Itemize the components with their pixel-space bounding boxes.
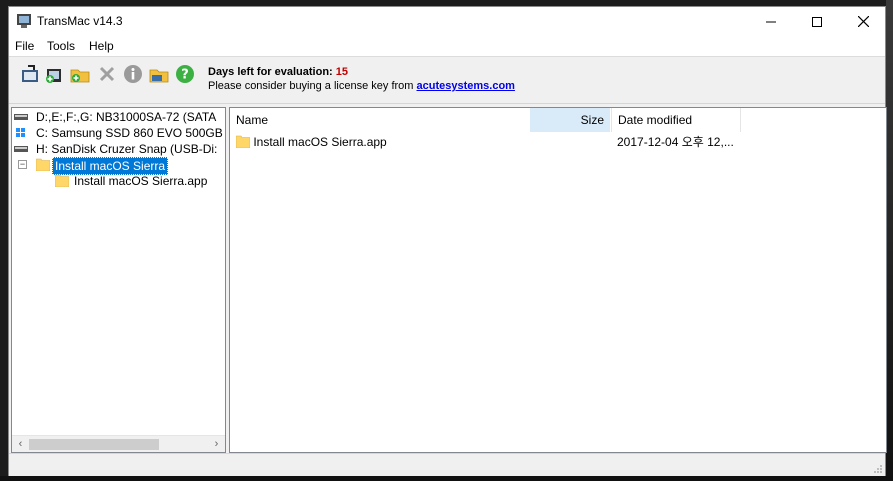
license-link[interactable]: acutesystems.com <box>417 80 515 92</box>
menu-help[interactable]: Help <box>89 39 114 53</box>
transmac-window: TransMac v14.3 File Tools Help ? Days le… <box>8 6 887 476</box>
list-item-name: Install macOS Sierra.app <box>253 135 387 149</box>
app-icon <box>17 14 31 28</box>
menu-file[interactable]: File <box>15 39 34 53</box>
folder-icon <box>35 157 51 175</box>
new-disk-image-icon <box>46 69 61 83</box>
close-button[interactable] <box>840 7 886 36</box>
column-header-name[interactable]: Name <box>230 108 530 132</box>
delete-button[interactable] <box>95 62 119 86</box>
status-bar <box>9 453 885 476</box>
window-title: TransMac v14.3 <box>37 14 123 28</box>
open-disk-image-button[interactable] <box>18 62 42 86</box>
menu-bar: File Tools Help <box>9 36 885 56</box>
tree-drive-label: H: SanDisk Cruzer Snap (USB-Di: <box>36 142 218 156</box>
open-disk-image-icon <box>22 65 38 82</box>
info-icon <box>124 65 142 83</box>
toolbar: ? Days left for evaluation: 15 Please co… <box>9 56 885 104</box>
eval-days: 15 <box>335 66 349 78</box>
eval-label: Days left for evaluation: <box>208 66 336 78</box>
list-item-name-cell: Install macOS Sierra.app <box>235 133 387 151</box>
delete-icon <box>99 66 115 82</box>
folder-icon <box>54 173 70 191</box>
usb-drive-icon <box>14 146 28 152</box>
maximize-icon <box>812 16 822 27</box>
column-header-date[interactable]: Date modified <box>611 108 741 132</box>
windows-drive-icon <box>16 128 25 137</box>
scroll-thumb[interactable] <box>29 439 159 450</box>
tree-horizontal-scrollbar[interactable]: ‹ › <box>12 435 225 452</box>
column-header-size[interactable]: Size <box>530 108 610 132</box>
tree-drive-label: C: Samsung SSD 860 EVO 500GB <box>36 126 223 140</box>
desktop-edge <box>886 0 893 481</box>
evaluation-notice: Days left for evaluation: 15 Please cons… <box>208 65 515 93</box>
close-icon <box>857 16 869 27</box>
open-folder-icon <box>149 69 169 83</box>
tree-drive-label: D:,E:,F:,G: NB31000SA-72 (SATA <box>36 110 217 124</box>
new-disk-image-button[interactable] <box>42 62 66 86</box>
menu-tools[interactable]: Tools <box>47 39 75 53</box>
tree-folder-label: Install macOS Sierra.app <box>74 174 208 188</box>
desktop-edge-bottom <box>0 476 893 481</box>
list-item-date: 2017-12-04 오후 12,... <box>617 135 734 149</box>
new-folder-icon <box>70 69 90 83</box>
new-folder-button[interactable] <box>68 62 92 86</box>
minimize-button[interactable] <box>748 7 794 36</box>
hard-drive-icon <box>14 114 28 120</box>
collapse-toggle[interactable]: − <box>18 160 27 169</box>
open-folder-button[interactable] <box>147 62 171 86</box>
folder-icon <box>235 135 251 149</box>
maximize-button[interactable] <box>794 7 840 36</box>
folder-tree[interactable]: D:,E:,F:,G: NB31000SA-72 (SATA C: Samsun… <box>11 107 226 453</box>
file-list[interactable]: Name Size Date modified Install macOS Si… <box>229 107 887 453</box>
minimize-icon <box>766 21 776 22</box>
info-button[interactable] <box>121 62 145 86</box>
svg-text:?: ? <box>181 68 189 83</box>
help-button[interactable]: ? <box>173 62 197 86</box>
resize-grip-icon[interactable] <box>873 464 883 474</box>
title-bar[interactable]: TransMac v14.3 <box>9 7 885 36</box>
scroll-right-icon[interactable]: › <box>208 436 225 452</box>
license-text: Please consider buying a license key fro… <box>208 80 417 92</box>
help-icon: ? <box>176 65 194 83</box>
list-item[interactable]: Install macOS Sierra.app 2017-12-04 오후 1… <box>230 133 741 151</box>
scroll-left-icon[interactable]: ‹ <box>12 436 29 452</box>
